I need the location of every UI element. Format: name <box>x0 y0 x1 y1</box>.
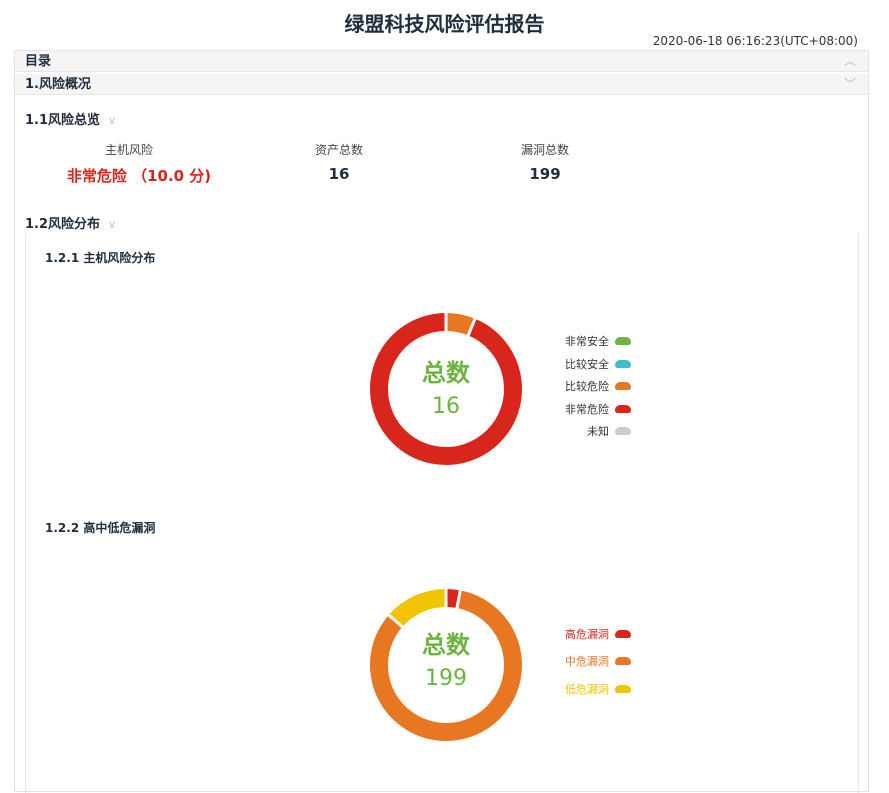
vuln-chart-title: 1.2.2 高中低危漏洞 <box>45 521 156 535</box>
legend-swatch-icon <box>615 427 631 436</box>
legend-item[interactable]: 高危漏洞 <box>516 620 631 648</box>
asset-count-value: 16 <box>328 165 350 183</box>
distribution-panel: 1.2.1 主机风险分布 总数 16 非常安全比较安全比较危险非常危险未知 1.… <box>25 233 859 793</box>
chevron-up-icon[interactable]: ︿ <box>844 51 856 72</box>
legend-swatch-icon <box>615 404 631 413</box>
legend-label: 比较危险 <box>565 380 609 394</box>
report-timestamp: 2020-06-18 06:16:23(UTC+08:00) <box>652 34 858 48</box>
legend-label: 高危漏洞 <box>565 627 609 641</box>
distribution-heading[interactable]: 1.2风险分布 ∨ <box>25 213 116 232</box>
chevron-down-icon[interactable]: ∨ <box>108 218 116 231</box>
legend-label: 低危漏洞 <box>565 682 609 696</box>
legend-swatch-icon <box>615 359 631 368</box>
section-1-bar[interactable]: 1.风险概况 ﹀ <box>15 74 868 95</box>
donut-slice-高危漏洞[interactable] <box>445 589 461 609</box>
donut-slice-低危漏洞[interactable] <box>388 589 447 628</box>
host-risk-label: 主机风险 <box>104 143 153 157</box>
toc-label: 目录 <box>25 54 52 69</box>
donut-total-label: 总数 <box>422 631 470 659</box>
legend-item[interactable]: 比较危险 <box>516 375 631 398</box>
donut-total-label: 总数 <box>422 359 470 387</box>
host-risk-legend: 非常安全比较安全比较危险非常危险未知 <box>516 330 631 443</box>
legend-item[interactable]: 中危漏洞 <box>516 648 631 676</box>
overview-label: 1.1风险总览 <box>25 113 101 128</box>
chevron-down-icon[interactable]: ﹀ <box>844 74 856 95</box>
overview-heading[interactable]: 1.1风险总览 ∨ <box>25 109 116 128</box>
legend-swatch-icon <box>615 657 631 666</box>
asset-count-label: 资产总数 <box>314 143 363 157</box>
host-chart-title: 1.2.1 主机风险分布 <box>45 251 156 265</box>
host-risk-value: 非常危险 （10.0 分) <box>66 167 212 185</box>
legend-item[interactable]: 低危漏洞 <box>516 675 631 703</box>
legend-label: 非常危险 <box>565 402 609 416</box>
legend-label: 比较安全 <box>565 357 609 371</box>
chevron-down-icon[interactable]: ∨ <box>108 114 116 127</box>
host-risk-donut-center: 总数 16 <box>366 353 526 419</box>
donut-total-value: 16 <box>432 394 460 419</box>
vuln-level-legend: 高危漏洞中危漏洞低危漏洞 <box>516 620 631 703</box>
toc-bar[interactable]: 目录 ︿ <box>15 51 868 72</box>
legend-label: 未知 <box>587 425 609 439</box>
legend-item[interactable]: 比较安全 <box>516 353 631 376</box>
legend-label: 非常安全 <box>565 335 609 349</box>
section-1-label: 1.风险概况 <box>25 77 91 92</box>
legend-item[interactable]: 非常安全 <box>516 330 631 353</box>
legend-item[interactable]: 非常危险 <box>516 398 631 421</box>
donut-slice-比较危险[interactable] <box>445 313 476 336</box>
distribution-label: 1.2风险分布 <box>25 217 101 232</box>
report-title: 绿盟科技风险评估报告 <box>344 12 545 36</box>
donut-total-value: 199 <box>425 666 467 691</box>
legend-item[interactable]: 未知 <box>516 420 631 443</box>
legend-swatch-icon <box>615 629 631 638</box>
legend-swatch-icon <box>615 382 631 391</box>
vuln-level-donut-center: 总数 199 <box>366 625 526 691</box>
legend-swatch-icon <box>615 684 631 693</box>
legend-label: 中危漏洞 <box>565 655 609 669</box>
legend-swatch-icon <box>615 337 631 346</box>
vuln-count-value: 199 <box>529 165 561 183</box>
vuln-count-label: 漏洞总数 <box>520 143 569 157</box>
report-body: 目录 ︿ 1.风险概况 ﹀ 1.1风险总览 ∨ 主机风险 非常危险 （10.0 分… <box>14 50 869 793</box>
